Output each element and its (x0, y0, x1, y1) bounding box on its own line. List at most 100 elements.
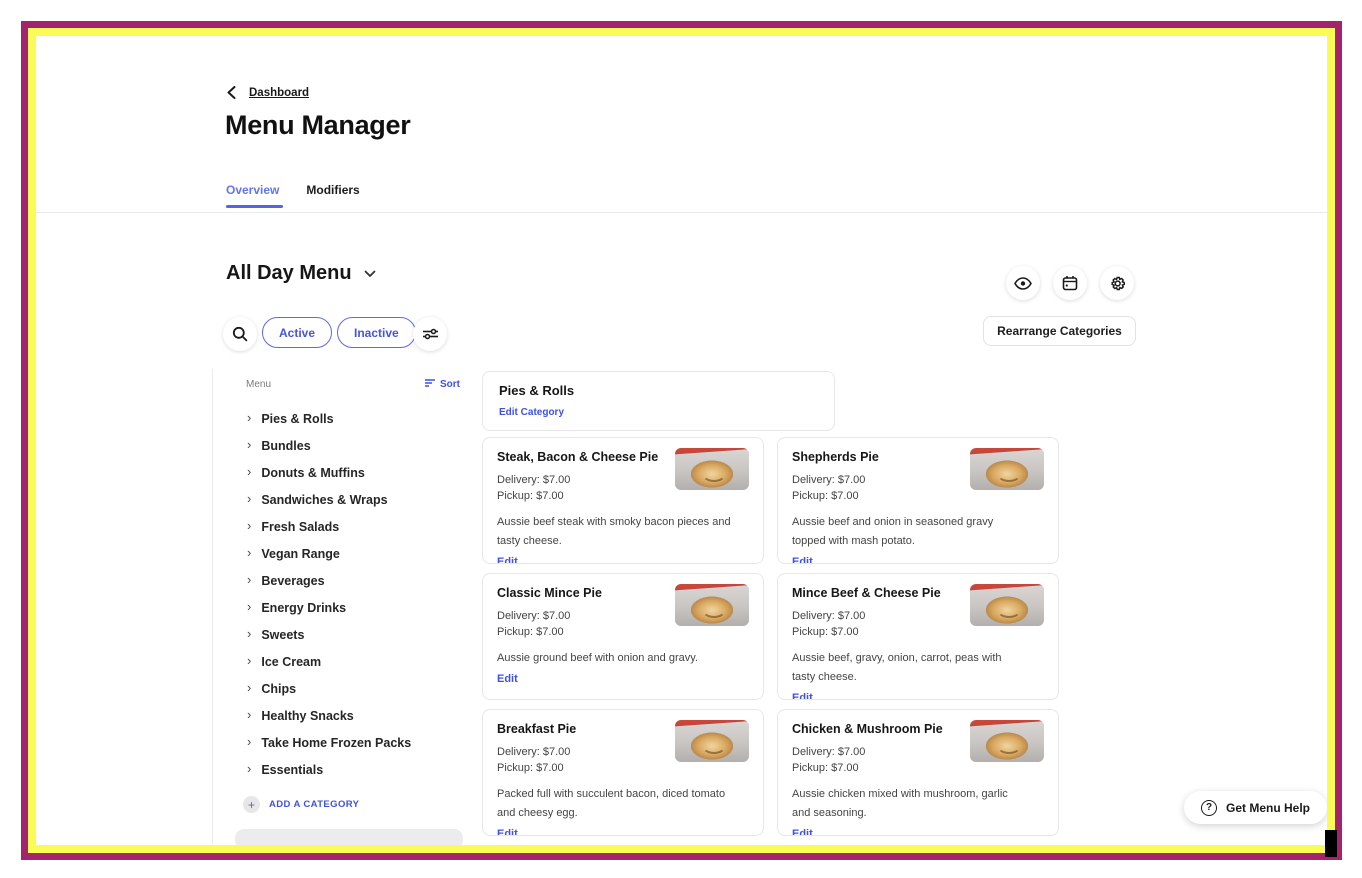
preview-menu-button[interactable] (1006, 266, 1040, 300)
menu-content: Pies & Rolls Edit Category Steak, Bacon … (482, 371, 1060, 845)
chevron-right-icon: › (247, 519, 251, 532)
chevron-down-icon (364, 270, 376, 278)
category-label: Chips (261, 682, 296, 696)
chevron-right-icon: › (247, 762, 251, 775)
tab-divider (36, 212, 1327, 213)
plus-icon: + (243, 796, 260, 813)
item-name: Shepherds Pie (792, 450, 964, 466)
sidebar-header: Menu Sort (213, 369, 472, 390)
sort-button[interactable]: Sort (425, 379, 460, 390)
category-label: Healthy Snacks (261, 709, 353, 723)
chevron-right-icon: › (247, 654, 251, 667)
help-button-label: Get Menu Help (1226, 801, 1310, 815)
chevron-right-icon: › (247, 735, 251, 748)
category-label: Pies & Rolls (261, 412, 333, 426)
category-label: Donuts & Muffins (261, 466, 364, 480)
item-description: Aussie beef, gravy, onion, carrot, peas … (792, 649, 1027, 688)
item-pickup-price: Pickup: $7.00 (497, 760, 749, 777)
item-photo (675, 720, 749, 762)
menu-selector-label: All Day Menu (226, 262, 352, 285)
category-label: Take Home Frozen Packs (261, 736, 411, 750)
tab-bar: Overview Modifiers (226, 183, 360, 197)
sidebar-category-item[interactable]: › Sandwiches & Wraps (213, 486, 472, 513)
sidebar-category-item[interactable]: › Vegan Range (213, 540, 472, 567)
sidebar-category-item[interactable]: › Pies & Rolls (213, 405, 472, 432)
category-header-card: Pies & Rolls Edit Category (482, 371, 835, 431)
sidebar-category-item[interactable]: › Donuts & Muffins (213, 459, 472, 486)
category-sidebar: Menu Sort › Pies & R (212, 369, 472, 845)
tab-overview[interactable]: Overview (226, 183, 279, 197)
menu-selector-dropdown[interactable]: All Day Menu (226, 262, 376, 285)
sidebar-category-item[interactable]: › Bundles (213, 432, 472, 459)
category-label: Bundles (261, 439, 310, 453)
page-title: Menu Manager (225, 110, 410, 141)
category-label: Sandwiches & Wraps (261, 493, 387, 507)
edit-category-link[interactable]: Edit Category (499, 407, 564, 418)
menu-item-card: Steak, Bacon & Cheese Pie Delivery: $7.0… (482, 437, 764, 564)
item-description: Aussie beef and onion in seasoned gravy … (792, 513, 1027, 552)
gear-icon (1109, 275, 1126, 292)
item-photo (970, 720, 1044, 762)
screenshot-artifact (1325, 830, 1337, 857)
chevron-right-icon: › (247, 546, 251, 559)
item-pickup-price: Pickup: $7.00 (792, 760, 1044, 777)
category-label: Beverages (261, 574, 324, 588)
search-button[interactable] (223, 317, 257, 351)
sidebar-category-item[interactable]: › Beverages (213, 567, 472, 594)
menu-settings-button[interactable] (1100, 266, 1134, 300)
sliders-icon (422, 328, 439, 340)
sidebar-heading: Menu (246, 379, 271, 390)
sidebar-category-item[interactable]: › Energy Drinks (213, 594, 472, 621)
sidebar-category-item[interactable]: › Healthy Snacks (213, 702, 472, 729)
edit-item-link[interactable]: Edit (792, 556, 813, 564)
screenshot-canvas: Dashboard Menu Manager Overview Modifier… (0, 0, 1362, 878)
menu-item-card: Shepherds Pie Delivery: $7.00 Pickup: $7… (777, 437, 1059, 564)
item-photo (675, 448, 749, 490)
item-photo (675, 584, 749, 626)
back-to-dashboard-link[interactable]: Dashboard (227, 86, 309, 99)
filter-pill-active[interactable]: Active (262, 317, 332, 348)
sidebar-category-item[interactable]: › Chips (213, 675, 472, 702)
tab-modifiers[interactable]: Modifiers (306, 183, 359, 197)
item-name: Breakfast Pie (497, 722, 669, 738)
chevron-right-icon: › (247, 411, 251, 424)
sidebar-category-item[interactable]: › Fresh Salads (213, 513, 472, 540)
chevron-left-icon (227, 86, 236, 99)
get-menu-help-button[interactable]: ? Get Menu Help (1184, 791, 1327, 824)
chevron-right-icon: › (247, 438, 251, 451)
chevron-right-icon: › (247, 465, 251, 478)
filter-options-button[interactable] (413, 317, 447, 351)
category-label: Fresh Salads (261, 520, 339, 534)
filter-pill-inactive[interactable]: Inactive (337, 317, 416, 348)
sidebar-category-item[interactable]: › Take Home Frozen Packs (213, 729, 472, 756)
category-list: › Pies & Rolls › Bundles › Donuts (213, 405, 472, 783)
annotation-frame-inner: Dashboard Menu Manager Overview Modifier… (28, 28, 1335, 853)
item-name: Mince Beef & Cheese Pie (792, 586, 964, 602)
chevron-right-icon: › (247, 708, 251, 721)
item-pickup-price: Pickup: $7.00 (792, 488, 1044, 505)
add-category-button[interactable]: + ADD A CATEGORY (243, 796, 359, 813)
menu-item-card: Classic Mince Pie Delivery: $7.00 Pickup… (482, 573, 764, 700)
sidebar-category-item[interactable]: › Essentials (213, 756, 472, 783)
item-photo (970, 448, 1044, 490)
sidebar-category-item[interactable]: › Sweets (213, 621, 472, 648)
edit-item-link[interactable]: Edit (792, 692, 813, 700)
edit-item-link[interactable]: Edit (792, 828, 813, 836)
menu-item-card: Chicken & Mushroom Pie Delivery: $7.00 P… (777, 709, 1059, 836)
rearrange-categories-button[interactable]: Rearrange Categories (983, 316, 1136, 346)
edit-item-link[interactable]: Edit (497, 673, 518, 685)
edit-item-link[interactable]: Edit (497, 556, 518, 564)
menu-hours-button[interactable] (1053, 266, 1087, 300)
item-name: Classic Mince Pie (497, 586, 669, 602)
sidebar-category-item[interactable]: › Ice Cream (213, 648, 472, 675)
item-photo (970, 584, 1044, 626)
calendar-icon (1062, 275, 1078, 291)
category-label: Sweets (261, 628, 304, 642)
category-label: Energy Drinks (261, 601, 346, 615)
back-link-label[interactable]: Dashboard (249, 87, 309, 99)
edit-item-link[interactable]: Edit (497, 828, 518, 836)
item-pickup-price: Pickup: $7.00 (497, 488, 749, 505)
item-description: Packed full with succulent bacon, diced … (497, 785, 732, 824)
category-label: Essentials (261, 763, 323, 777)
chevron-right-icon: › (247, 627, 251, 640)
